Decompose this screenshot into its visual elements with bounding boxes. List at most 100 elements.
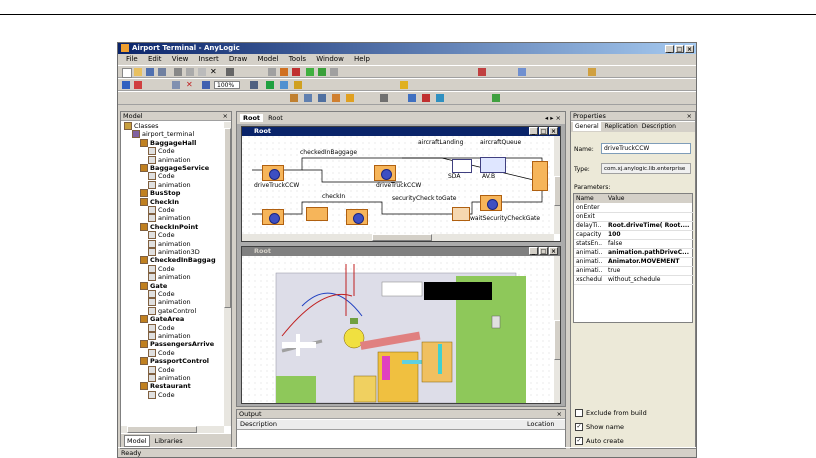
event-icon[interactable] — [294, 81, 302, 89]
parameter-value[interactable]: 100 — [608, 230, 621, 239]
tab-root-active[interactable]: Root — [240, 114, 264, 122]
aircraft-queue-block[interactable] — [480, 157, 506, 173]
menu-model[interactable]: Model — [257, 55, 278, 63]
output-col-description[interactable]: Description — [240, 420, 277, 429]
save-icon[interactable] — [146, 68, 154, 76]
tree-item[interactable]: animation — [148, 214, 191, 223]
find-icon[interactable] — [226, 68, 234, 76]
timer-icon[interactable] — [400, 81, 408, 89]
tree-item[interactable]: GateArea — [140, 315, 184, 324]
togate-block[interactable] — [452, 207, 470, 221]
anim-vscrollbar[interactable] — [554, 256, 560, 403]
tab-description[interactable]: Description — [642, 123, 676, 130]
auto-create-option[interactable]: ✓ Auto create — [575, 436, 647, 446]
tree-item[interactable]: Code — [148, 290, 175, 298]
tree-item[interactable]: Code — [148, 365, 175, 374]
table-function-icon[interactable] — [380, 94, 388, 102]
stop-icon[interactable] — [292, 68, 300, 76]
output-col-location[interactable]: Location — [527, 420, 555, 429]
tab-replication[interactable]: Replication — [605, 123, 638, 130]
speed-icon[interactable] — [518, 68, 526, 76]
col-value-header[interactable]: Value — [608, 194, 624, 203]
tree-item[interactable]: Code — [148, 264, 175, 273]
tree-item[interactable]: airport_terminal — [132, 130, 194, 139]
tree-hscrollbar[interactable] — [121, 426, 224, 433]
menu-file[interactable]: File — [126, 55, 138, 63]
exclude-checkbox[interactable] — [575, 409, 583, 417]
copy-icon[interactable] — [186, 68, 194, 76]
menu-window[interactable]: Window — [316, 55, 344, 63]
process-node-drivetruck-2[interactable] — [374, 165, 396, 181]
anim-vscroll-thumb[interactable] — [554, 320, 560, 360]
aircraft-landing-block[interactable] — [452, 159, 472, 173]
collection-icon[interactable] — [332, 94, 340, 102]
tree-scrollbar[interactable] — [224, 122, 231, 426]
pan-icon[interactable] — [134, 81, 142, 89]
tree-item[interactable]: Restaurant — [140, 382, 191, 391]
run-icon[interactable] — [306, 68, 314, 76]
minimize-button[interactable]: _ — [665, 45, 674, 53]
maximize-button[interactable]: □ — [675, 45, 684, 53]
transition-icon[interactable] — [280, 81, 288, 89]
lock-icon[interactable] — [588, 68, 596, 76]
process-node-drivetruck-1[interactable] — [262, 165, 284, 181]
histogram-icon[interactable] — [422, 94, 430, 102]
close-panel-icon[interactable]: × — [223, 112, 228, 121]
parameter-row[interactable]: xschedule without_schedule — [574, 275, 694, 285]
function-icon[interactable] — [346, 94, 354, 102]
tab-model[interactable]: Model — [124, 435, 150, 447]
tree-item[interactable]: BusStop — [140, 189, 180, 198]
tab-general[interactable]: General — [573, 122, 601, 131]
run-fast-icon[interactable] — [318, 68, 326, 76]
tree-hscroll-thumb[interactable] — [127, 426, 197, 433]
tree-item[interactable]: Classes — [124, 122, 159, 130]
tree-item[interactable]: animation — [148, 273, 191, 282]
tree-item[interactable]: animation — [148, 155, 191, 164]
parameter-value[interactable]: animation.pathDriveC... — [608, 248, 689, 257]
tab-libraries[interactable]: Libraries — [155, 437, 183, 445]
anim-minimize-button[interactable]: _ — [529, 247, 538, 255]
tree-item[interactable]: animation — [148, 374, 191, 382]
tree-item[interactable]: animation — [148, 298, 191, 307]
new-icon[interactable] — [122, 68, 132, 78]
zoom-in-icon[interactable] — [250, 81, 258, 89]
tree-item[interactable]: CheckIn — [140, 197, 179, 206]
connector-icon[interactable]: ✕ — [186, 81, 194, 89]
zoom-select[interactable]: 100% — [214, 81, 240, 89]
tree-item[interactable]: CheckedInBaggag — [140, 256, 216, 265]
tree-item[interactable]: CheckInPoint — [140, 222, 198, 231]
tree-item[interactable]: animation — [148, 180, 191, 189]
parameter-value[interactable]: Animator.MOVEMENT — [608, 257, 679, 266]
menu-insert[interactable]: Insert — [199, 55, 219, 63]
variable-icon[interactable] — [304, 94, 312, 102]
chart-icon[interactable] — [436, 94, 444, 102]
tree-item[interactable]: PassportControl — [140, 357, 209, 366]
open-icon[interactable] — [134, 68, 142, 76]
tree-item[interactable]: Code — [148, 323, 175, 332]
show-name-option[interactable]: ✓ Show name — [575, 422, 647, 432]
paste-icon[interactable] — [198, 68, 206, 76]
dataset-icon[interactable] — [408, 94, 416, 102]
tree-item[interactable]: animation — [148, 332, 191, 340]
parameter-icon[interactable] — [318, 94, 326, 102]
root-minimize-button[interactable]: _ — [529, 127, 538, 135]
name-field[interactable]: driveTruckCCW — [601, 143, 691, 154]
settings-icon[interactable] — [280, 68, 288, 76]
select-icon[interactable] — [122, 81, 130, 89]
tree-item[interactable]: PassengersArrive — [140, 340, 214, 349]
tree-item[interactable]: Code — [148, 147, 175, 156]
tree-item[interactable]: Code — [148, 172, 175, 181]
sink-block[interactable] — [532, 161, 548, 191]
root-maximize-button[interactable]: □ — [539, 127, 548, 135]
debug-icon[interactable] — [478, 68, 486, 76]
tab-root[interactable]: Root — [268, 114, 283, 122]
menu-edit[interactable]: Edit — [148, 55, 162, 63]
parameter-value[interactable]: false — [608, 239, 622, 248]
tree-item[interactable]: animation3D — [148, 248, 200, 256]
close-button[interactable]: × — [685, 45, 694, 53]
tab-nav-arrows[interactable]: ◂ ▸ × — [545, 112, 561, 124]
parameter-value[interactable]: without_schedule — [608, 275, 660, 284]
menu-view[interactable]: View — [172, 55, 189, 63]
tree-item[interactable]: Gate — [140, 281, 167, 290]
root-vscroll-thumb[interactable] — [554, 176, 560, 206]
